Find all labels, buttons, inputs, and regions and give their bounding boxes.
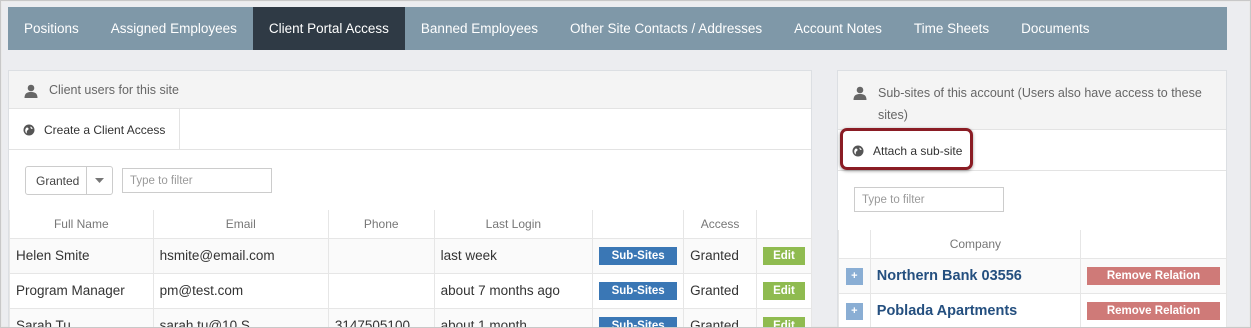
client-users-filter-input[interactable] bbox=[122, 168, 272, 193]
user-last-login: last week bbox=[433, 237, 594, 274]
col-edit bbox=[755, 210, 813, 239]
user-email: pm@test.com bbox=[152, 272, 329, 309]
col-remove bbox=[1079, 230, 1228, 259]
table-row: + Poblada Apartments Remove Relation bbox=[838, 292, 1228, 327]
attach-subsite-button[interactable]: Attach a sub-site bbox=[838, 130, 976, 171]
remove-cell: Remove Relation bbox=[1079, 292, 1228, 327]
sub-sites-button[interactable]: Sub-Sites bbox=[599, 246, 678, 265]
user-email: sarah.tu@10.S bbox=[152, 307, 329, 327]
subsites-header: Sub-sites of this account (Users also ha… bbox=[838, 71, 1226, 130]
user-name: Sarah Tu bbox=[9, 307, 154, 327]
edit-cell: Edit bbox=[755, 237, 813, 274]
edit-button[interactable]: Edit bbox=[762, 246, 805, 265]
edit-button[interactable]: Edit bbox=[762, 316, 805, 327]
company-link[interactable]: Northern Bank 03556 bbox=[869, 257, 1081, 294]
create-client-access-label: Create a Client Access bbox=[44, 122, 166, 137]
app-window: Positions Assigned Employees Client Port… bbox=[0, 0, 1251, 328]
table-row: Helen Smite hsmite@email.com last week S… bbox=[9, 237, 813, 274]
client-users-actions: Create a Client Access bbox=[9, 109, 811, 150]
subsites-cell: Sub-Sites bbox=[592, 307, 685, 327]
attach-subsite-label: Attach a sub-site bbox=[873, 143, 963, 158]
user-name: Helen Smite bbox=[9, 237, 154, 274]
client-users-panel: Client users for this site Create a Clie… bbox=[8, 70, 813, 327]
subsites-filters bbox=[838, 171, 1226, 230]
col-access[interactable]: Access bbox=[683, 210, 757, 239]
user-last-login: about 1 month bbox=[433, 307, 594, 327]
access-status-select[interactable]: Granted bbox=[25, 166, 113, 195]
panel-title: Sub-sites of this account (Users also ha… bbox=[878, 86, 1202, 122]
user-phone: 3147505100 bbox=[327, 307, 435, 327]
subsites-actions: Attach a sub-site bbox=[838, 130, 1226, 171]
edit-button[interactable]: Edit bbox=[762, 281, 805, 300]
tab-other-site-contacts[interactable]: Other Site Contacts / Addresses bbox=[554, 7, 778, 50]
edit-cell: Edit bbox=[755, 307, 813, 327]
person-icon bbox=[853, 86, 867, 100]
user-last-login: about 7 months ago bbox=[433, 272, 594, 309]
expand-cell: + bbox=[838, 257, 871, 294]
remove-relation-button[interactable]: Remove Relation bbox=[1086, 266, 1220, 285]
expand-plus-icon[interactable]: + bbox=[845, 267, 863, 285]
col-expand bbox=[838, 230, 871, 259]
tab-account-notes[interactable]: Account Notes bbox=[778, 7, 898, 50]
table-header-row: Full Name Email Phone Last Login Access bbox=[9, 210, 813, 239]
sub-sites-button[interactable]: Sub-Sites bbox=[599, 281, 678, 300]
user-access: Granted bbox=[683, 237, 757, 274]
tab-time-sheets[interactable]: Time Sheets bbox=[898, 7, 1005, 50]
col-phone[interactable]: Phone bbox=[327, 210, 435, 239]
table-row: + Northern Bank 03556 Remove Relation bbox=[838, 257, 1228, 294]
table-row: Program Manager pm@test.com about 7 mont… bbox=[9, 272, 813, 309]
user-phone bbox=[327, 237, 435, 274]
col-full-name[interactable]: Full Name bbox=[9, 210, 154, 239]
globe-icon bbox=[23, 124, 35, 135]
subsites-cell: Sub-Sites bbox=[592, 237, 685, 274]
col-last-login[interactable]: Last Login bbox=[433, 210, 594, 239]
table-row: Sarah Tu sarah.tu@10.S 3147505100 about … bbox=[9, 307, 813, 327]
client-users-header: Client users for this site bbox=[9, 71, 811, 109]
expand-plus-icon[interactable]: + bbox=[845, 302, 863, 320]
tab-positions[interactable]: Positions bbox=[8, 7, 95, 50]
user-phone bbox=[327, 272, 435, 309]
col-actions bbox=[592, 210, 685, 239]
subsites-cell: Sub-Sites bbox=[592, 272, 685, 309]
company-link[interactable]: Poblada Apartments bbox=[869, 292, 1081, 327]
col-company[interactable]: Company bbox=[869, 230, 1081, 259]
tab-bar: Positions Assigned Employees Client Port… bbox=[8, 7, 1227, 50]
tab-client-portal-access[interactable]: Client Portal Access bbox=[252, 7, 405, 50]
client-users-table: Full Name Email Phone Last Login Access … bbox=[9, 210, 813, 327]
chevron-down-icon bbox=[86, 167, 112, 194]
create-client-access-button[interactable]: Create a Client Access bbox=[9, 109, 181, 150]
person-icon bbox=[24, 84, 38, 98]
user-name: Program Manager bbox=[9, 272, 154, 309]
col-email[interactable]: Email bbox=[152, 210, 329, 239]
user-access: Granted bbox=[683, 272, 757, 309]
globe-icon bbox=[852, 145, 864, 156]
tab-banned-employees[interactable]: Banned Employees bbox=[405, 7, 554, 50]
edit-cell: Edit bbox=[755, 272, 813, 309]
expand-cell: + bbox=[838, 292, 871, 327]
remove-cell: Remove Relation bbox=[1079, 257, 1228, 294]
remove-relation-button[interactable]: Remove Relation bbox=[1086, 301, 1220, 320]
table-header-row: Company bbox=[838, 230, 1228, 259]
subsites-panel: Sub-sites of this account (Users also ha… bbox=[837, 70, 1228, 327]
client-users-filters: Granted bbox=[9, 150, 811, 210]
tab-documents[interactable]: Documents bbox=[1005, 7, 1105, 50]
user-email: hsmite@email.com bbox=[152, 237, 329, 274]
subsites-table: Company + Northern Bank 03556 Remove Rel… bbox=[838, 230, 1228, 327]
tab-assigned-employees[interactable]: Assigned Employees bbox=[95, 7, 253, 50]
panel-title: Client users for this site bbox=[49, 83, 179, 97]
sub-sites-button[interactable]: Sub-Sites bbox=[599, 316, 678, 327]
subsites-filter-input[interactable] bbox=[854, 187, 1004, 212]
access-status-value: Granted bbox=[36, 173, 80, 188]
user-access: Granted bbox=[683, 307, 757, 327]
